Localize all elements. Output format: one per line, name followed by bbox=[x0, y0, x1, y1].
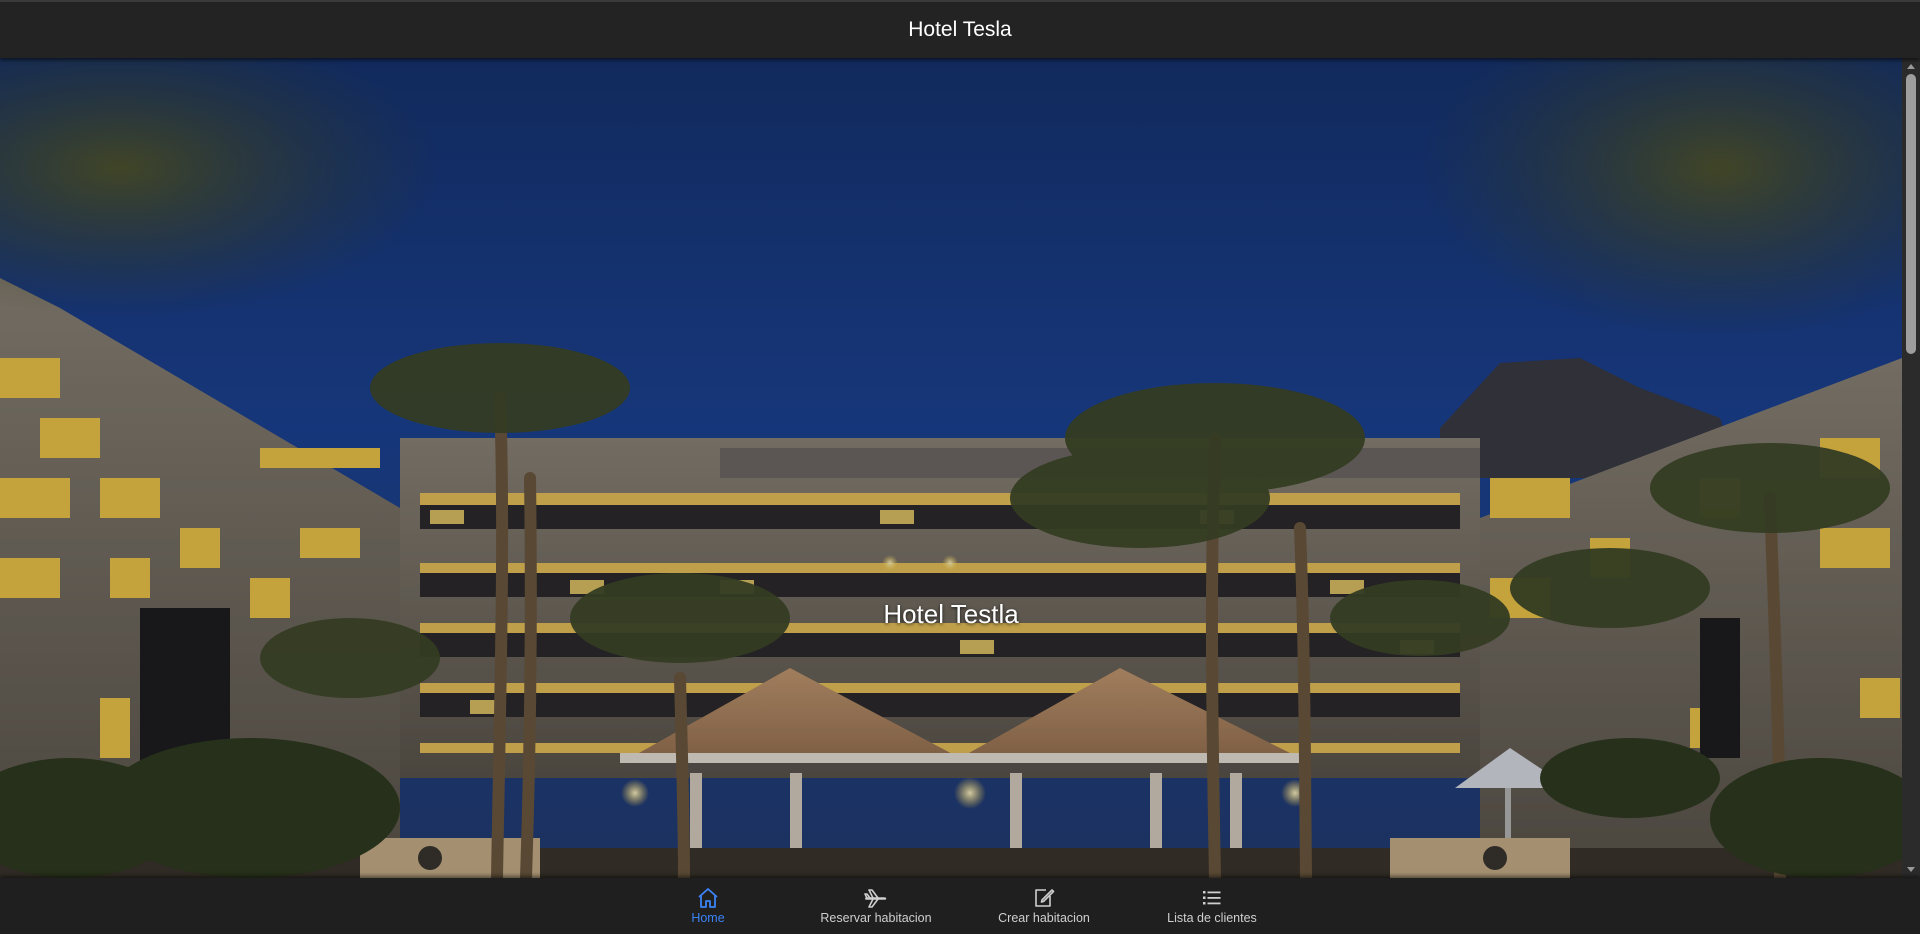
nav-crear-habitacion[interactable]: Crear habitacion bbox=[960, 878, 1128, 934]
app-title: Hotel Tesla bbox=[908, 18, 1012, 41]
nav-home-label: Home bbox=[691, 911, 725, 925]
nav-reservar-habitacion[interactable]: Reservar habitacion bbox=[792, 878, 960, 934]
nav-lista-label: Lista de clientes bbox=[1167, 911, 1257, 925]
app-header: Hotel Tesla bbox=[0, 0, 1920, 58]
page-scrollbar[interactable] bbox=[1902, 58, 1920, 878]
nav-reservar-label: Reservar habitacion bbox=[820, 911, 932, 925]
scroll-up-icon[interactable] bbox=[1907, 64, 1915, 69]
nav-lista-clientes[interactable]: Lista de clientes bbox=[1128, 878, 1296, 934]
nav-crear-label: Crear habitacion bbox=[998, 911, 1090, 925]
list-icon bbox=[1200, 887, 1224, 909]
home-icon bbox=[696, 887, 720, 909]
edit-icon bbox=[1032, 887, 1056, 909]
scroll-down-icon[interactable] bbox=[1907, 867, 1915, 872]
airplane-icon bbox=[864, 887, 888, 909]
hero-overlay bbox=[0, 58, 1902, 878]
bottom-navigation: Home Reservar habitacion Crear habitacio… bbox=[0, 878, 1920, 934]
scrollbar-thumb[interactable] bbox=[1906, 74, 1916, 354]
hero-title: Hotel Testla bbox=[883, 599, 1019, 629]
hero-banner: Hotel Testla bbox=[0, 58, 1902, 878]
nav-home[interactable]: Home bbox=[624, 878, 792, 934]
